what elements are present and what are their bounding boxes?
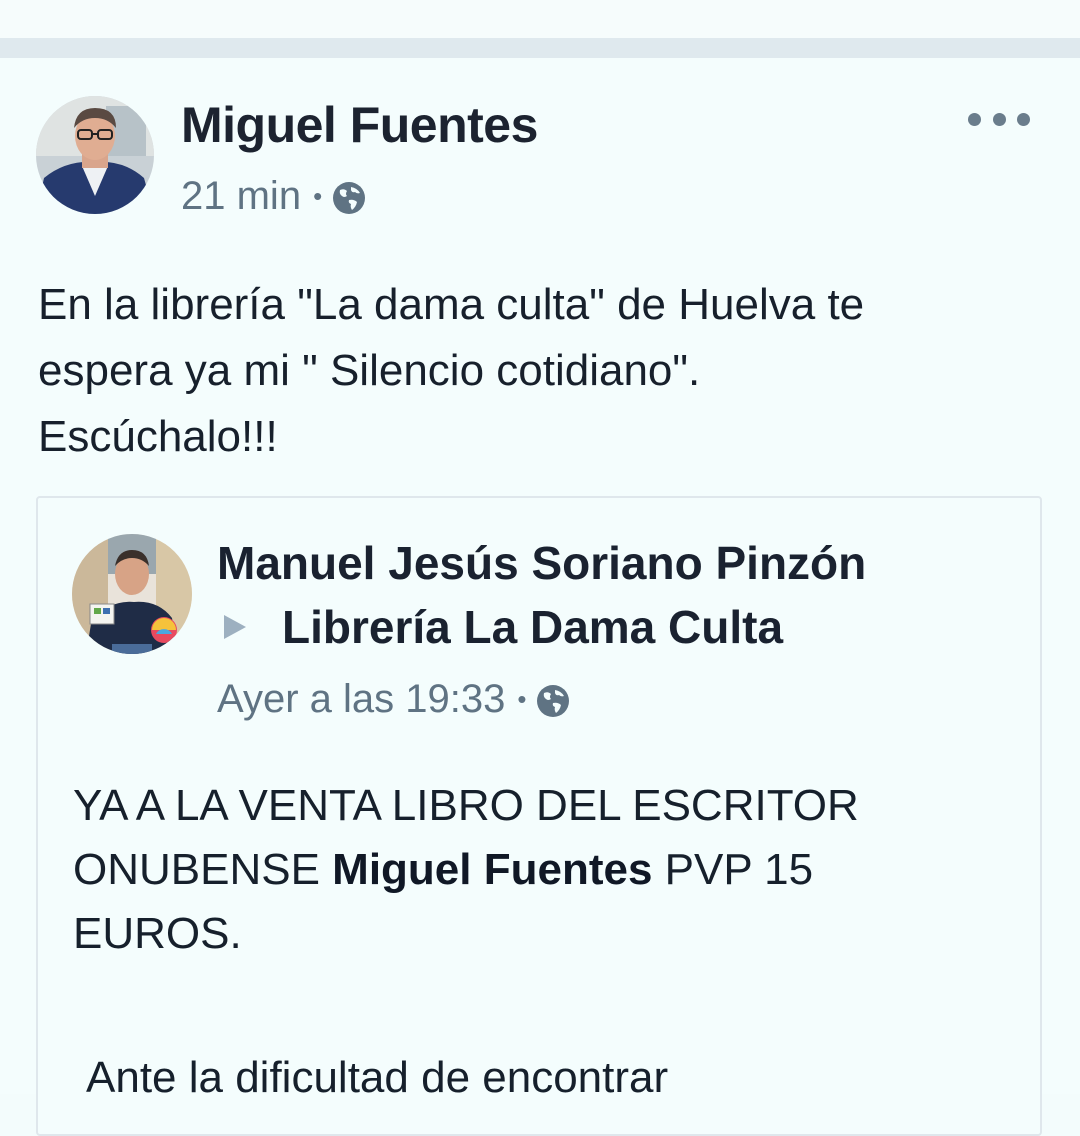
shared-post-timestamp[interactable]: Ayer a las 19:33 bbox=[217, 677, 505, 722]
shared-post-text: YA A LA VENTA LIBRO DEL ESCRITOR ONUBENS… bbox=[73, 774, 1023, 966]
triangle-right-icon bbox=[224, 615, 246, 639]
post-text: En la librería "La dama culta" de Huelva… bbox=[38, 272, 1048, 470]
globe-icon bbox=[536, 683, 570, 717]
more-dot bbox=[992, 112, 1006, 126]
shared-text-line: EUROS. bbox=[73, 909, 242, 958]
more-dot bbox=[1017, 112, 1030, 126]
shared-target-row: Librería La Dama Culta bbox=[224, 600, 783, 654]
shared-text-line: Ante la dificultad de encontrar bbox=[86, 1053, 669, 1102]
feed-divider bbox=[0, 38, 1080, 58]
top-strip bbox=[0, 0, 1080, 38]
shared-text-line: YA A LA VENTA LIBRO DEL ESCRITOR bbox=[73, 781, 859, 830]
mentioned-author-link[interactable]: Miguel Fuentes bbox=[332, 845, 652, 894]
author-avatar[interactable] bbox=[36, 96, 154, 214]
post-timestamp[interactable]: 21 min bbox=[181, 174, 301, 219]
author-name[interactable]: Miguel Fuentes bbox=[181, 96, 538, 154]
post-text-line: espera ya mi " Silencio cotidiano". bbox=[38, 346, 701, 395]
shared-author-avatar[interactable] bbox=[72, 534, 192, 654]
more-dot bbox=[968, 112, 981, 126]
meta-separator: • bbox=[517, 684, 527, 714]
meta-separator: • bbox=[313, 181, 323, 211]
more-options-button[interactable] bbox=[968, 104, 1030, 134]
post-text-line: Escúchalo!!! bbox=[38, 412, 278, 461]
shared-author-name[interactable]: Manuel Jesús Soriano Pinzón bbox=[217, 536, 866, 590]
post-text-line: En la librería "La dama culta" de Huelva… bbox=[38, 280, 865, 329]
globe-icon bbox=[332, 180, 366, 214]
shared-post-meta: Ayer a las 19:33 • bbox=[217, 677, 570, 722]
post-meta: 21 min • bbox=[181, 174, 366, 219]
shared-target-page[interactable]: Librería La Dama Culta bbox=[282, 600, 783, 654]
shared-text-segment: PVP 15 bbox=[652, 845, 814, 894]
shared-text-segment: ONUBENSE bbox=[73, 845, 333, 894]
